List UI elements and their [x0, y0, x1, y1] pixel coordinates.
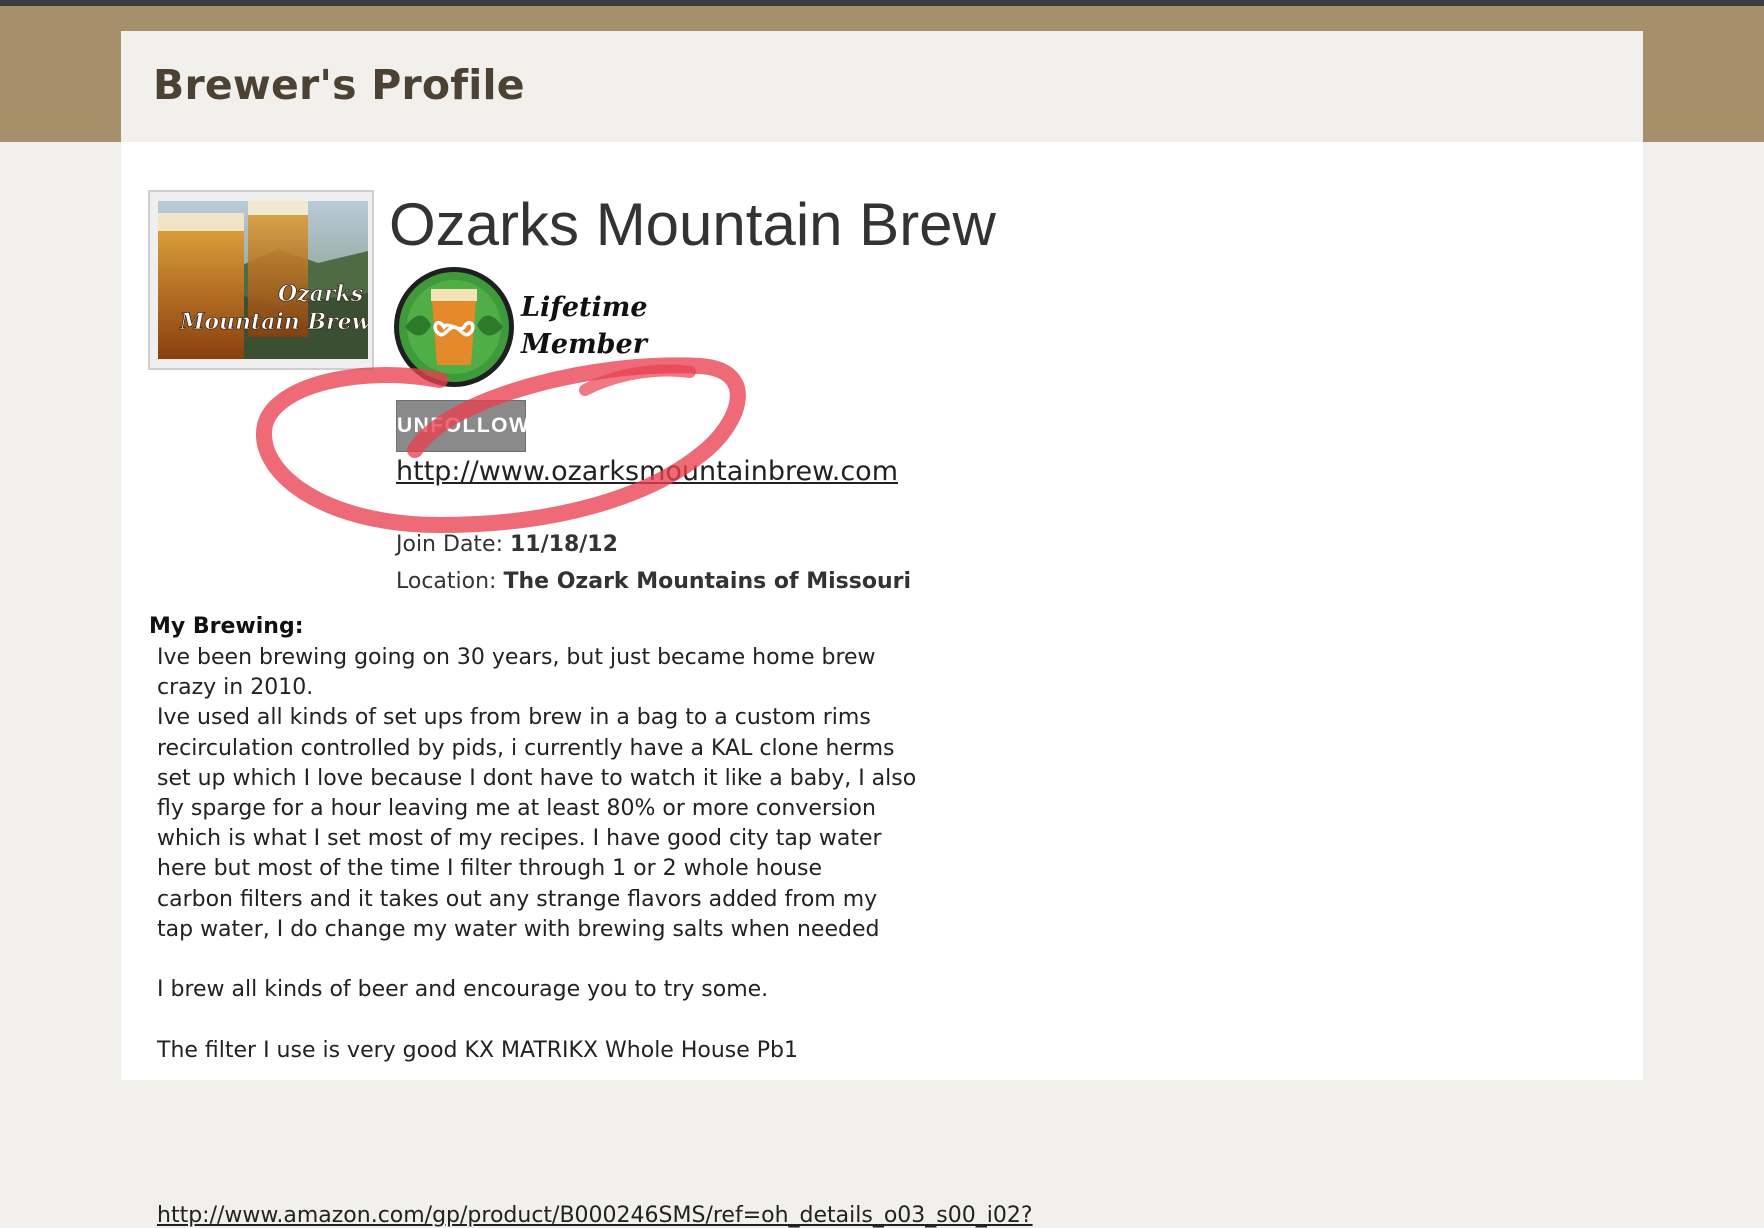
- location-value: The Ozark Mountains of Missouri: [503, 569, 911, 594]
- profile-content: Ozarks Mountain Brew Ozarks Mountain Bre…: [121, 142, 1643, 1228]
- join-date-row: Join Date: 11/18/12: [396, 532, 618, 557]
- location-row: Location: The Ozark Mountains of Missour…: [396, 569, 911, 594]
- avatar[interactable]: Ozarks Mountain Brew: [148, 190, 374, 370]
- join-date-value: 11/18/12: [510, 532, 618, 557]
- avatar-text-line2: Mountain Brew: [179, 309, 368, 335]
- badge-text: Lifetime Member: [521, 289, 648, 363]
- beer-glass-infinity-icon: [394, 267, 514, 387]
- header-panel: Brewer's Profile: [121, 31, 1643, 143]
- page-title: Brewer's Profile: [153, 61, 525, 109]
- lifetime-member-badge: Lifetime Member: [391, 265, 648, 390]
- amazon-filter-link[interactable]: http://www.amazon.com/gp/product/B000246…: [157, 1203, 1033, 1228]
- avatar-text-line1: Ozarks: [278, 281, 363, 307]
- location-label: Location:: [396, 569, 497, 594]
- join-date-label: Join Date:: [396, 532, 503, 557]
- my-brewing-heading: My Brewing:: [149, 614, 304, 639]
- badge-line2: Member: [521, 329, 647, 360]
- avatar-image: Ozarks Mountain Brew: [158, 201, 368, 359]
- badge-line1: Lifetime: [521, 292, 648, 323]
- unfollow-button[interactable]: UNFOLLOW: [396, 400, 529, 452]
- brewing-description: Ive been brewing going on 30 years, but …: [157, 645, 917, 1063]
- profile-name: Ozarks Mountain Brew: [389, 191, 996, 258]
- website-link[interactable]: http://www.ozarksmountainbrew.com: [396, 456, 898, 487]
